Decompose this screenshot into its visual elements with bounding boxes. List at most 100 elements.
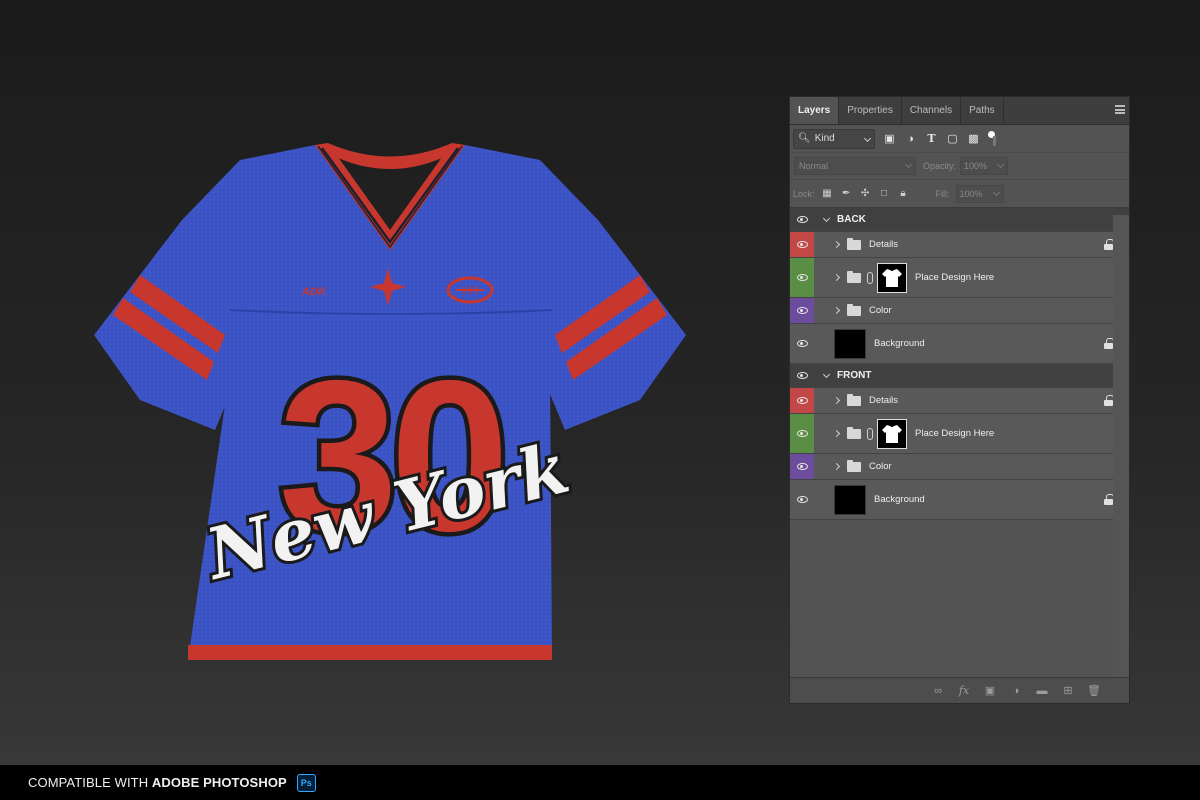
- chevron-right-icon[interactable]: [832, 306, 841, 315]
- chevron-down-icon: [996, 160, 1005, 169]
- group-name: FRONT: [837, 370, 872, 381]
- layer-thumbnail: [834, 328, 866, 359]
- lock-image-icon[interactable]: ✒: [840, 188, 853, 200]
- delete-icon[interactable]: 🗑︎: [1087, 684, 1101, 698]
- visibility-eye-icon[interactable]: [790, 480, 814, 519]
- blend-mode-select[interactable]: Normal: [794, 157, 916, 175]
- folder-icon: [847, 270, 861, 283]
- fx-icon[interactable]: fx: [957, 684, 971, 698]
- tab-channels[interactable]: Channels: [902, 97, 962, 124]
- jersey-mockup: ADK 30 New York: [90, 140, 690, 670]
- chevron-right-icon[interactable]: [832, 429, 841, 438]
- layer-front-color[interactable]: Color: [790, 454, 1129, 480]
- layer-back-background[interactable]: Background: [790, 324, 1129, 364]
- layer-back-details[interactable]: Details: [790, 232, 1129, 258]
- layer-name: Place Design Here: [915, 428, 995, 439]
- chevron-right-icon[interactable]: [832, 462, 841, 471]
- lock-icon: [1104, 337, 1114, 349]
- tab-paths[interactable]: Paths: [961, 97, 1004, 124]
- lock-icon: [1104, 238, 1114, 250]
- lock-icon: [1104, 493, 1114, 505]
- folder-icon: [847, 303, 861, 316]
- new-layer-icon[interactable]: ⊞: [1061, 684, 1075, 698]
- folder-icon: [847, 237, 861, 250]
- adjustment-filter-icon[interactable]: ◑: [904, 132, 917, 145]
- layer-name: Details: [869, 239, 899, 250]
- link-icon[interactable]: [867, 427, 873, 440]
- layer-group-back[interactable]: BACK: [790, 208, 1129, 232]
- group-name: BACK: [837, 214, 866, 225]
- tshirt-icon: [882, 424, 902, 443]
- folder-icon: [847, 459, 861, 472]
- compatibility-app: ADOBE PHOTOSHOP: [151, 775, 287, 790]
- shape-filter-icon[interactable]: ▢: [946, 132, 959, 145]
- visibility-eye-icon[interactable]: [790, 258, 814, 297]
- chevron-down-icon: [992, 188, 1000, 196]
- mask-thumbnail[interactable]: [877, 418, 907, 449]
- add-mask-icon[interactable]: ▣: [983, 684, 997, 698]
- layer-name: Color: [869, 305, 892, 316]
- layer-back-place-design[interactable]: Place Design Here: [790, 258, 1129, 298]
- lock-artboard-icon[interactable]: □: [878, 188, 891, 200]
- lock-transparency-icon[interactable]: ▦: [821, 188, 834, 200]
- lock-position-icon[interactable]: ✣: [859, 188, 872, 200]
- panel-menu-icon[interactable]: [1115, 105, 1125, 114]
- visibility-eye-icon[interactable]: [790, 388, 814, 413]
- fill-value: 100%: [959, 188, 983, 199]
- layer-front-details[interactable]: Details: [790, 388, 1129, 414]
- layer-name: Place Design Here: [915, 272, 995, 283]
- lock-label: Lock:: [793, 188, 815, 199]
- visibility-eye-icon[interactable]: [790, 232, 814, 257]
- layers-bottom-bar: ∞ fx ▣ ◑ ▬ ⊞ 🗑︎: [790, 677, 1129, 703]
- layer-name: Background: [874, 338, 925, 349]
- visibility-eye-icon[interactable]: [790, 454, 814, 479]
- filter-kind-select[interactable]: 🔍︎ Kind: [793, 128, 875, 149]
- compatibility-prefix: COMPATIBLE WITH: [28, 775, 152, 790]
- chevron-right-icon[interactable]: [832, 396, 841, 405]
- chevron-down-icon[interactable]: [822, 214, 831, 222]
- new-group-icon[interactable]: ▬: [1035, 684, 1049, 698]
- filter-toggle-track: [993, 135, 996, 146]
- folder-icon: [847, 426, 861, 439]
- tshirt-icon: [882, 268, 902, 287]
- visibility-eye-icon[interactable]: [790, 324, 814, 363]
- opacity-field[interactable]: 100%: [960, 157, 1009, 175]
- layer-thumbnail: [834, 484, 866, 515]
- chevron-right-icon[interactable]: [832, 273, 841, 282]
- layer-back-color[interactable]: Color: [790, 298, 1129, 324]
- layers-scrollbar[interactable]: [1113, 215, 1129, 677]
- visibility-eye-icon[interactable]: [790, 414, 814, 453]
- smart-object-filter-icon[interactable]: ▩: [967, 132, 980, 145]
- layer-name: Details: [869, 395, 899, 406]
- fill-field[interactable]: 100%: [955, 184, 1004, 203]
- visibility-eye-icon[interactable]: [790, 364, 814, 387]
- tab-properties[interactable]: Properties: [839, 97, 902, 124]
- layer-name: Color: [869, 461, 892, 472]
- layers-list: BACK Details Place Design Here Color Bac…: [790, 208, 1129, 520]
- layer-front-background[interactable]: Background: [790, 480, 1129, 520]
- chevron-down-icon: [863, 134, 872, 142]
- image-filter-icon[interactable]: ▣: [883, 132, 896, 145]
- link-layers-icon[interactable]: ∞: [931, 684, 945, 698]
- blend-mode-value: Normal: [799, 161, 829, 171]
- chevron-right-icon[interactable]: [832, 240, 841, 249]
- type-filter-icon[interactable]: T: [925, 132, 938, 145]
- layer-group-front[interactable]: FRONT: [790, 364, 1129, 388]
- tab-layers[interactable]: Layers: [790, 97, 840, 124]
- blend-row: Normal Opacity: 100%: [790, 153, 1129, 180]
- footer-bar: COMPATIBLE WITH ADOBE PHOTOSHOP Ps: [0, 765, 1200, 800]
- layer-name: Background: [874, 494, 925, 505]
- link-icon[interactable]: [867, 271, 873, 284]
- visibility-eye-icon[interactable]: [790, 298, 814, 323]
- layer-front-place-design[interactable]: Place Design Here: [790, 414, 1129, 454]
- jersey-hem: [188, 645, 552, 660]
- lock-all-icon[interactable]: 🔒︎: [897, 188, 910, 200]
- adjustment-layer-icon[interactable]: ◑: [1009, 684, 1023, 698]
- layers-panel: Layers Properties Channels Paths 🔍︎ Kind…: [789, 96, 1130, 704]
- opacity-value: 100%: [964, 161, 988, 171]
- chevron-down-icon[interactable]: [822, 370, 831, 378]
- mask-thumbnail[interactable]: [877, 262, 907, 293]
- chest-logo-left: ADK: [301, 286, 327, 298]
- panel-tabs: Layers Properties Channels Paths: [790, 97, 1129, 125]
- visibility-eye-icon[interactable]: [790, 208, 814, 231]
